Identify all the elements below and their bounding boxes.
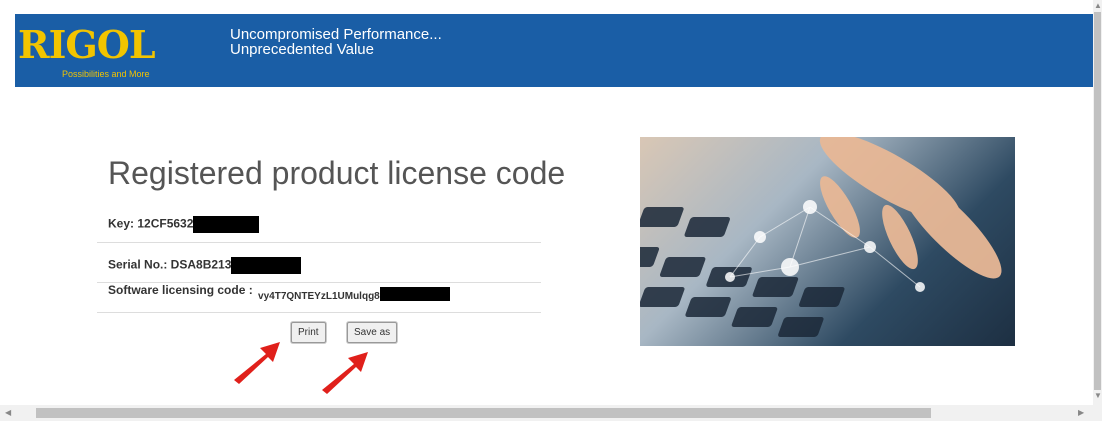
photo-illustration [640, 137, 1002, 337]
vertical-scroll-thumb[interactable] [1094, 12, 1101, 390]
redaction-box [231, 257, 302, 274]
page-viewport: RIGOL Possibilities and More Uncompromis… [0, 0, 1093, 405]
scroll-down-icon[interactable]: ▼ [1094, 392, 1102, 400]
key-label: Key: 12CF5632 [108, 216, 194, 231]
software-code-label: Software licensing code : [108, 283, 253, 297]
redaction-box [193, 216, 260, 233]
divider [97, 242, 541, 243]
print-button[interactable]: Print [291, 322, 326, 343]
header-tagline: Uncompromised Performance... Unprecedent… [230, 27, 442, 57]
scroll-right-icon[interactable]: ▶ [1078, 409, 1084, 417]
divider [97, 312, 541, 313]
scrollbar-corner [1093, 405, 1102, 421]
rigol-logo[interactable]: RIGOL Possibilities and More [15, 14, 185, 87]
software-code-row: Software licensing code : vy4T7QNTEYzL1U… [108, 283, 450, 302]
scroll-up-icon[interactable]: ▲ [1094, 2, 1102, 10]
horizontal-scrollbar[interactable]: ◀ ▶ [0, 405, 1093, 421]
serial-label: Serial No.: DSA8B213 [108, 257, 232, 272]
software-code-value: vy4T7QNTEYzL1UMulqg8 [258, 291, 380, 302]
site-header: RIGOL Possibilities and More Uncompromis… [15, 14, 1093, 87]
red-arrow-icon [234, 342, 280, 384]
tagline-line-2: Unprecedented Value [230, 41, 374, 58]
red-arrow-icon [322, 352, 368, 394]
redaction-box [379, 286, 450, 301]
vertical-scrollbar[interactable]: ▲ ▼ [1093, 0, 1102, 405]
key-row: Key: 12CF5632 [108, 216, 260, 233]
scroll-left-icon[interactable]: ◀ [5, 409, 11, 417]
horizontal-scroll-thumb[interactable] [36, 408, 931, 418]
logo-wordmark: RIGOL [18, 22, 156, 67]
serial-row: Serial No.: DSA8B213 [108, 257, 302, 274]
keyboard-network-photo [640, 137, 1015, 346]
page-title: Registered product license code [108, 155, 566, 191]
save-as-button[interactable]: Save as [347, 322, 398, 343]
logo-tagline: Possibilities and More [62, 69, 150, 79]
tagline-line-1: Uncompromised Performance... [230, 26, 442, 43]
